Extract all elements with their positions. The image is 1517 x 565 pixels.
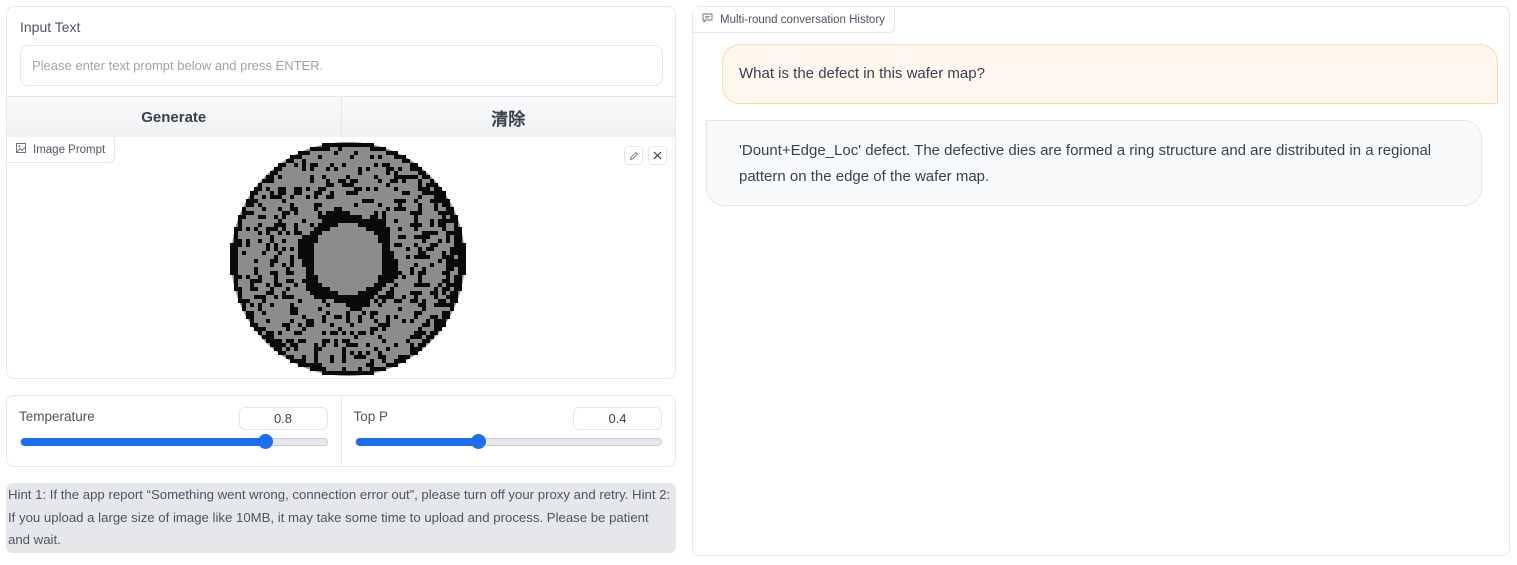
remove-image-button[interactable] — [648, 146, 667, 165]
close-icon — [653, 151, 662, 160]
top-p-slider-thumb[interactable] — [470, 434, 486, 449]
action-button-row: Generate 清除 — [6, 96, 676, 138]
text-prompt-input[interactable] — [20, 45, 663, 86]
temperature-label: Temperature — [19, 409, 95, 424]
bot-message: 'Dount+Edge_Loc' defect. The defective d… — [706, 120, 1482, 206]
top-p-label: Top P — [353, 409, 389, 424]
temperature-number-input[interactable]: 0.8 — [238, 407, 328, 430]
clear-button[interactable]: 清除 — [340, 97, 675, 137]
temperature-slider[interactable] — [20, 434, 328, 449]
conversation-history-panel: Multi-round conversation History What is… — [692, 6, 1510, 556]
wafer-map-image — [230, 142, 466, 376]
conversation-history-tag: Multi-round conversation History — [693, 7, 895, 33]
edit-image-button[interactable] — [624, 146, 643, 165]
image-icon — [16, 143, 26, 156]
temperature-slider-fill — [21, 438, 266, 446]
generation-params-block: Temperature 0.8 Top P 0.4 — [6, 395, 676, 467]
image-prompt-block: Image Prompt — [6, 137, 676, 379]
top-p-slider[interactable] — [354, 434, 662, 449]
hint-text: Hint 1: If the app report “Something wen… — [6, 483, 676, 553]
top-p-number-input[interactable]: 0.4 — [573, 407, 662, 430]
input-text-block: Input Text — [6, 6, 676, 97]
user-message: What is the defect in this wafer map? — [722, 44, 1498, 104]
image-prompt-label: Image Prompt — [33, 143, 106, 156]
chat-icon — [702, 13, 713, 26]
image-prompt-tag: Image Prompt — [7, 137, 116, 163]
temperature-control: Temperature 0.8 — [7, 396, 341, 466]
input-text-label: Input Text — [20, 19, 81, 35]
pencil-icon — [629, 151, 638, 160]
conversation-history-label: Multi-round conversation History — [720, 13, 885, 26]
top-p-slider-fill — [355, 438, 478, 446]
top-p-control: Top P 0.4 — [340, 396, 676, 466]
generate-button[interactable]: Generate — [7, 97, 341, 137]
temperature-slider-thumb[interactable] — [258, 434, 274, 449]
